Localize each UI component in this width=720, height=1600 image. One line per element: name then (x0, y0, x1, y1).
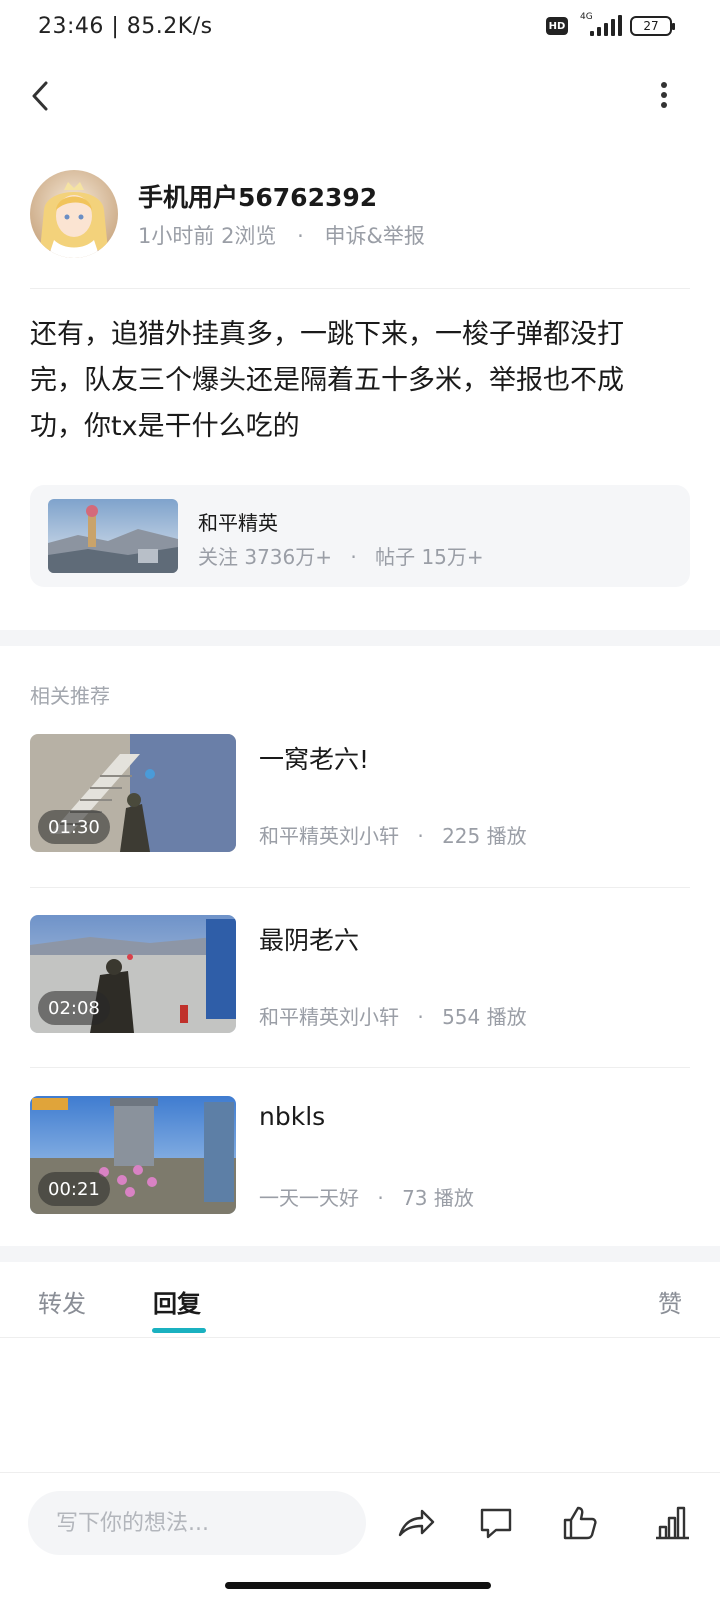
top-nav (0, 64, 720, 128)
comment-icon[interactable] (476, 1503, 516, 1543)
tab-reply[interactable]: 回复 (153, 1284, 201, 1319)
signal-icon: 4G (576, 12, 622, 38)
video-meta: 和平精英刘小轩 · 554 播放 (259, 1001, 527, 1030)
topic-title: 和平精英 (198, 511, 278, 535)
battery-icon: 27 (630, 16, 675, 36)
video-title: nbkls (259, 1102, 326, 1131)
video-author: 和平精英刘小轩 (259, 1005, 399, 1029)
battery-level: 27 (643, 19, 659, 33)
back-chevron-icon[interactable] (24, 78, 60, 114)
meta-separator: · (297, 224, 304, 248)
home-indicator[interactable] (225, 1582, 491, 1589)
video-author: 和平精英刘小轩 (259, 824, 399, 848)
share-icon[interactable] (396, 1503, 436, 1543)
hd-icon: HD (546, 17, 568, 35)
author-meta: 1小时前 2浏览 · 申诉&举报 (138, 220, 425, 250)
video-thumbnail: 00:21 (30, 1096, 236, 1214)
video-thumbnail: 02:08 (30, 915, 236, 1033)
section-gap (0, 1246, 720, 1262)
topic-thumbnail (48, 499, 178, 573)
active-tab-indicator (152, 1328, 206, 1333)
divider (30, 887, 690, 888)
author-name[interactable]: 手机用户56762392 (138, 178, 377, 214)
author-header: 手机用户56762392 1小时前 2浏览 · 申诉&举报 (30, 168, 690, 260)
topic-card[interactable]: 和平精英 关注 3736万+ · 帖子 15万+ (30, 485, 690, 587)
video-duration: 02:08 (38, 991, 110, 1025)
divider (30, 1067, 690, 1068)
stats-icon[interactable] (652, 1503, 692, 1543)
video-thumbnail: 01:30 (30, 734, 236, 852)
meta-separator: · (350, 545, 357, 569)
view-count: 2浏览 (221, 224, 277, 248)
list-item[interactable]: 00:21 nbkls 一天一天好 · 73 播放 (30, 1096, 690, 1214)
video-author: 一天一天好 (259, 1186, 359, 1210)
play-count: 554 播放 (442, 1005, 527, 1029)
comment-input[interactable] (28, 1491, 366, 1555)
status-indicators: HD 4G 27 (546, 12, 675, 38)
interaction-tabs: 转发 回复 赞 (0, 1262, 720, 1338)
topic-followers: 关注 3736万+ (198, 545, 333, 569)
tab-like[interactable]: 赞 (658, 1284, 682, 1319)
status-bar: 23:46 | 85.2K/s HD 4G 27 (0, 0, 720, 56)
post-time: 1小时前 (138, 224, 215, 248)
meta-separator: · (417, 824, 424, 848)
bottom-action-bar (0, 1472, 720, 1572)
like-icon[interactable] (560, 1503, 600, 1543)
status-time-speed: 23:46 | 85.2K/s (38, 14, 213, 39)
post-body: 还有，追猎外挂真多，一跳下来，一梭子弹都没打完，队友三个爆头还是隔着五十多米，举… (30, 319, 624, 442)
video-title: 最阴老六 (259, 926, 360, 955)
tab-forward[interactable]: 转发 (38, 1284, 86, 1319)
list-item[interactable]: 02:08 最阴老六 和平精英刘小轩 · 554 播放 (30, 915, 690, 1033)
avatar[interactable] (30, 170, 118, 258)
video-title: 一窝老六! (259, 745, 370, 774)
topic-meta: 关注 3736万+ · 帖子 15万+ (198, 541, 484, 570)
video-duration: 00:21 (38, 1172, 110, 1206)
video-meta: 和平精英刘小轩 · 225 播放 (259, 820, 527, 849)
meta-separator: · (377, 1186, 384, 1210)
report-link[interactable]: 申诉&举报 (325, 224, 425, 248)
video-duration: 01:30 (38, 810, 110, 844)
play-count: 73 播放 (402, 1186, 474, 1210)
play-count: 225 播放 (442, 824, 527, 848)
video-meta: 一天一天好 · 73 播放 (259, 1182, 474, 1211)
section-gap (0, 630, 720, 646)
more-vertical-icon[interactable] (652, 78, 676, 114)
meta-separator: · (417, 1005, 424, 1029)
topic-posts: 帖子 15万+ (375, 545, 484, 569)
divider (30, 288, 690, 289)
list-item[interactable]: 01:30 一窝老六! 和平精英刘小轩 · 225 播放 (30, 734, 690, 852)
recommend-header: 相关推荐 (30, 684, 110, 708)
